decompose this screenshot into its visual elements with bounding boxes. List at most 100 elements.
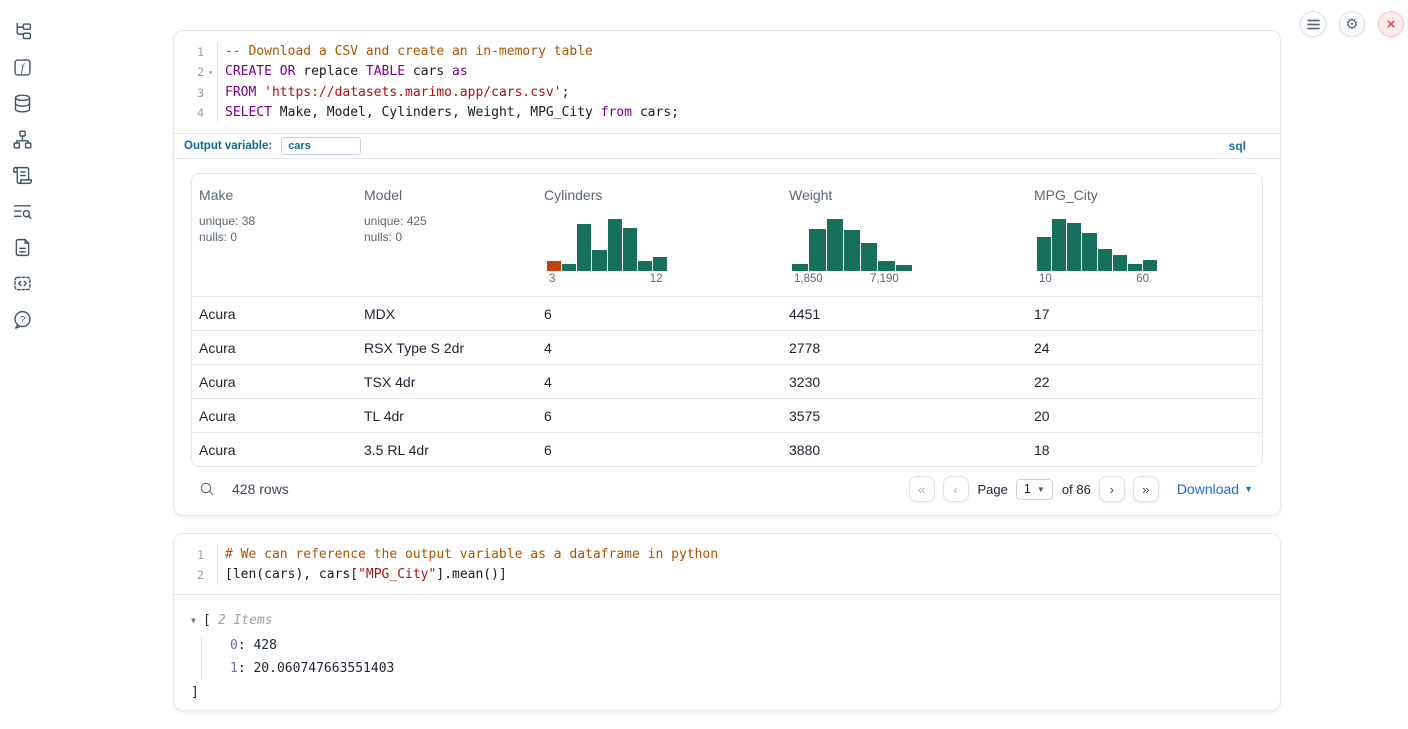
table-cell: 18 xyxy=(1027,442,1262,458)
search-icon[interactable] xyxy=(199,481,215,497)
table-row[interactable]: AcuraRSX Type S 2dr4277824 xyxy=(192,330,1262,364)
next-page-button[interactable]: › xyxy=(1099,476,1125,502)
svg-text:?: ? xyxy=(19,315,24,326)
code-text: FROM 'https://datasets.marimo.app/cars.c… xyxy=(217,83,1268,103)
functions-icon[interactable]: f xyxy=(12,57,33,78)
column-histogram[interactable]: 1,8507,190 xyxy=(792,219,912,287)
first-page-button[interactable]: « xyxy=(909,476,935,502)
settings-button[interactable]: ⚙ xyxy=(1339,11,1365,37)
table-cell: Acura xyxy=(192,442,357,458)
table-cell: MDX xyxy=(357,306,537,322)
fold-slot xyxy=(204,42,217,62)
column-stat: nulls: 0 xyxy=(199,229,353,245)
gear-icon: ⚙ xyxy=(1345,15,1358,33)
code-text: [len(cars), cars["MPG_City"].mean()] xyxy=(217,565,1268,585)
column-header-weight[interactable]: Weight1,8507,190 xyxy=(782,174,1027,296)
column-stats: unique: 425nulls: 0 xyxy=(364,213,533,245)
item-index: 0 xyxy=(230,638,238,653)
code-line[interactable]: 1-- Download a CSV and create an in-memo… xyxy=(174,42,1268,62)
histogram-bar xyxy=(844,230,860,271)
code-line[interactable]: 2▾CREATE OR replace TABLE cars as xyxy=(174,62,1268,83)
fold-chevron-icon[interactable]: ▾ xyxy=(204,62,217,83)
column-header-cylinders[interactable]: Cylinders 312 xyxy=(537,174,782,296)
language-badge[interactable]: sql xyxy=(1229,139,1246,153)
histogram-bar xyxy=(1098,249,1112,271)
table-row[interactable]: AcuraMDX6445117 xyxy=(192,296,1262,330)
histogram-bars xyxy=(1037,219,1157,271)
column-header-make[interactable]: Make unique: 38nulls: 0 xyxy=(192,174,357,296)
histogram-bar xyxy=(809,229,825,271)
svg-text:f: f xyxy=(20,62,25,74)
histogram-bar xyxy=(1143,260,1157,271)
snippets-icon[interactable] xyxy=(12,273,33,294)
item-value: 428 xyxy=(253,638,276,653)
code-text: # We can reference the output variable a… xyxy=(217,545,1268,565)
document-icon[interactable] xyxy=(12,237,33,258)
table-cell: 22 xyxy=(1027,374,1262,390)
column-stat: nulls: 0 xyxy=(364,229,533,245)
python-code-editor[interactable]: 1# We can reference the output variable … xyxy=(174,534,1280,595)
chevron-down-icon[interactable]: ▼ xyxy=(191,616,203,625)
page-select[interactable]: 1 ▼ xyxy=(1016,479,1053,500)
row-count: 428 rows xyxy=(232,481,289,497)
code-line[interactable]: 4SELECT Make, Model, Cylinders, Weight, … xyxy=(174,103,1268,123)
download-button[interactable]: Download ▼ xyxy=(1177,481,1253,497)
column-stats: unique: 38nulls: 0 xyxy=(199,213,353,245)
table-footer: 428 rows « ‹ Page 1 ▼ of 86 › » Download… xyxy=(199,469,1253,509)
histogram-bar xyxy=(638,261,652,271)
column-title: MPG_City xyxy=(1034,187,1258,203)
bracket-close: ] xyxy=(191,683,1264,703)
prev-page-button[interactable]: ‹ xyxy=(943,476,969,502)
sql-code-editor[interactable]: 1-- Download a CSV and create an in-memo… xyxy=(174,31,1280,133)
column-title: Model xyxy=(364,187,533,203)
page-select-value: 1 xyxy=(1024,482,1031,496)
scroll-icon[interactable] xyxy=(12,165,33,186)
code-text: SELECT Make, Model, Cylinders, Weight, M… xyxy=(217,103,1268,123)
table-cell: 2778 xyxy=(782,340,1027,356)
fold-slot xyxy=(204,545,217,565)
page-total-label: of 86 xyxy=(1062,482,1091,497)
table-cell: 6 xyxy=(537,306,782,322)
code-line[interactable]: 2 [len(cars), cars["MPG_City"].mean()] xyxy=(174,565,1268,585)
shutdown-button[interactable]: × xyxy=(1378,11,1404,37)
table-cell: TL 4dr xyxy=(357,408,537,424)
column-histogram[interactable]: 312 xyxy=(547,219,667,287)
table-row[interactable]: AcuraTSX 4dr4323022 xyxy=(192,364,1262,398)
items-count-label: 2 Items xyxy=(218,613,273,628)
last-page-button[interactable]: » xyxy=(1133,476,1159,502)
python-cell: 1# We can reference the output variable … xyxy=(173,533,1281,711)
axis-tick-min: 3 xyxy=(549,273,555,285)
code-text: -- Download a CSV and create an in-memor… xyxy=(217,42,1268,62)
item-separator: : xyxy=(238,638,254,653)
code-line[interactable]: 1# We can reference the output variable … xyxy=(174,545,1268,565)
table-cell: Acura xyxy=(192,408,357,424)
histogram-bars xyxy=(547,219,667,271)
column-header-model[interactable]: Model unique: 425nulls: 0 xyxy=(357,174,537,296)
column-header-mpg_city[interactable]: MPG_City 1060 xyxy=(1027,174,1262,296)
code-line[interactable]: 3FROM 'https://datasets.marimo.app/cars.… xyxy=(174,83,1268,103)
column-stat: unique: 38 xyxy=(199,213,353,229)
output-variable-input[interactable] xyxy=(281,137,361,155)
dependency-graph-icon[interactable] xyxy=(12,129,33,150)
menu-button[interactable] xyxy=(1300,11,1326,37)
table-row[interactable]: AcuraTL 4dr6357520 xyxy=(192,398,1262,432)
axis-tick-min: 1,850 xyxy=(794,273,823,285)
file-tree-icon[interactable] xyxy=(12,21,33,42)
help-icon[interactable]: ? xyxy=(12,309,33,330)
table-cell: 6 xyxy=(537,408,782,424)
histogram-axis: 1060 xyxy=(1037,273,1157,287)
list-search-icon[interactable] xyxy=(12,201,33,222)
tree-item: 0: 428 xyxy=(230,635,1264,658)
table-body: AcuraMDX6445117AcuraRSX Type S 2dr427782… xyxy=(192,296,1262,466)
column-histogram[interactable]: 1060 xyxy=(1037,219,1157,287)
column-title: Make xyxy=(199,187,353,203)
histogram-bar xyxy=(1128,264,1142,271)
histogram-bar xyxy=(562,264,576,271)
table-row[interactable]: Acura3.5 RL 4dr6388018 xyxy=(192,432,1262,466)
table-header: Makeunique: 38nulls: 0Modelunique: 425nu… xyxy=(192,174,1262,296)
database-icon[interactable] xyxy=(12,93,33,114)
line-number: 2 xyxy=(174,565,204,585)
column-title: Cylinders xyxy=(544,187,778,203)
tree-item: 1: 20.060747663551403 xyxy=(230,658,1264,681)
table-cell: Acura xyxy=(192,306,357,322)
